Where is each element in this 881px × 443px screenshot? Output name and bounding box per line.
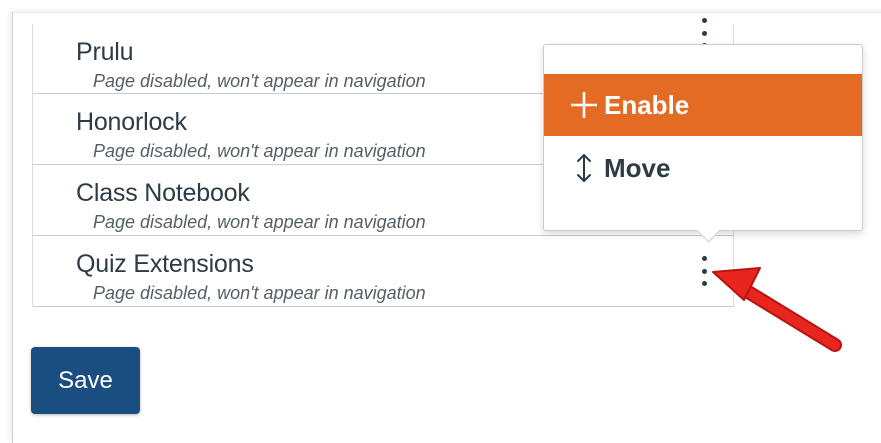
options-menu-popover: Enable Move: [543, 44, 863, 231]
nav-item-title: Class Notebook: [76, 179, 250, 207]
nav-item-status: Page disabled, won't appear in navigatio…: [93, 141, 426, 161]
nav-item-status: Page disabled, won't appear in navigatio…: [93, 71, 426, 91]
plus-icon: [566, 90, 602, 120]
save-button[interactable]: Save: [31, 347, 140, 414]
nav-item-status: Page disabled, won't appear in navigatio…: [93, 212, 426, 232]
nav-item-title: Quiz Extensions: [76, 250, 254, 278]
nav-item-title: Prulu: [76, 38, 134, 66]
nav-item-quiz-extensions[interactable]: Quiz Extensions Page disabled, won't app…: [33, 236, 733, 307]
up-down-arrow-icon: [566, 152, 602, 184]
nav-item-status: Page disabled, won't appear in navigatio…: [93, 283, 426, 303]
menu-item-enable[interactable]: Enable: [544, 74, 862, 136]
more-options-icon[interactable]: [699, 256, 709, 286]
menu-item-label: Enable: [604, 89, 690, 120]
menu-item-move[interactable]: Move: [544, 137, 862, 199]
menu-item-label: Move: [604, 152, 671, 183]
nav-item-title: Honorlock: [76, 108, 187, 136]
